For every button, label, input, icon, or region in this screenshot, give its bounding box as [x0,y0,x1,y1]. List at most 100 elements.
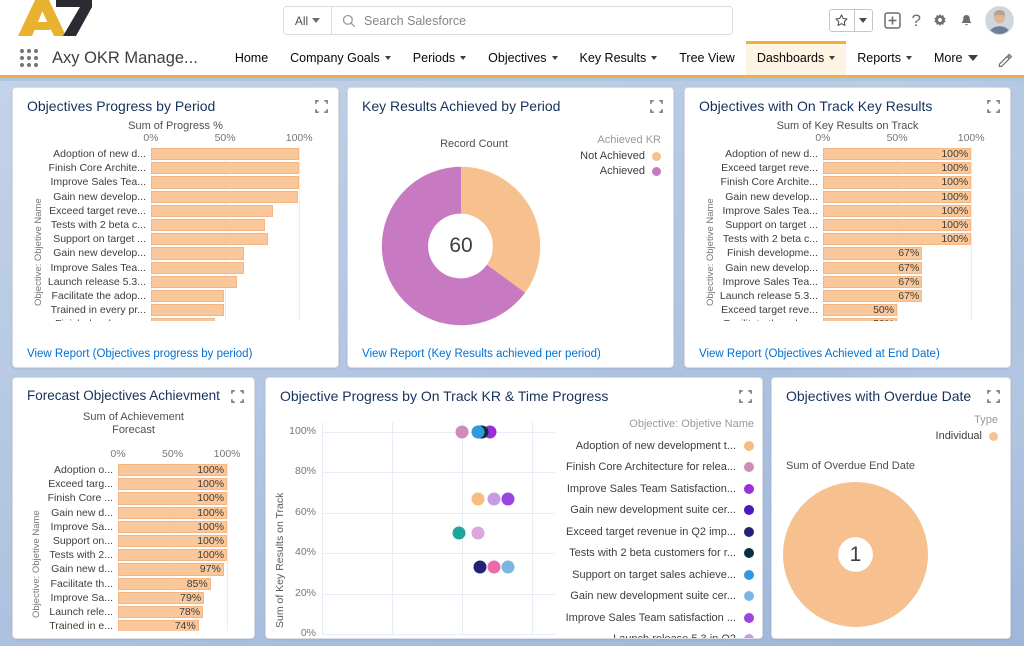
bar-row[interactable]: Adoption of new d... [47,147,314,321]
legend-item[interactable]: Support on target sales achieve... [558,564,754,586]
bar-row[interactable]: Exceed target reve... 50% [719,303,986,317]
app-launcher-icon[interactable] [10,41,48,75]
search-input[interactable] [364,7,732,34]
bar-row[interactable]: Support on target ... 100% [719,218,986,232]
bar-row[interactable]: Finish Core Archite... 100% [719,175,986,189]
bar-row[interactable]: Adoption of new d... 100% [719,147,986,321]
expand-icon[interactable] [231,390,244,403]
nav-item-periods[interactable]: Periods [402,41,477,75]
legend-item[interactable]: Improve Sales Team Satisfaction... [558,478,754,500]
view-report-link[interactable]: View Report (Key Results achieved per pe… [362,348,601,360]
bar-row[interactable]: Gain new develop... 100% [719,190,986,204]
bar-row[interactable]: Finish Core Archite... [47,161,314,175]
scatter-plot[interactable]: 0%20%40%60%80%100%0%30%60%90% [289,422,555,638]
scatter-point[interactable] [501,492,515,506]
bar-row[interactable]: Improve Sales Tea... [47,175,314,189]
pencil-icon[interactable] [994,49,1016,71]
notifications-bell-icon[interactable] [959,13,974,29]
bar-row[interactable]: Exceed target reve... [47,204,314,218]
expand-icon[interactable] [987,390,1000,403]
bar-row[interactable]: Adoption o... 100% [43,463,238,631]
legend-item[interactable]: Exceed target revenue in Q2 imp... [558,521,754,543]
search-scope-select[interactable]: All [284,7,332,34]
legend-item[interactable]: Individual [858,430,998,442]
legend-item[interactable]: Not Achieved [531,150,661,162]
legend-item[interactable]: Gain new development suite cer... [558,586,754,608]
scatter-point[interactable] [471,425,485,439]
bar-row[interactable]: Improve Sa... 79% [43,591,238,605]
scatter-point[interactable] [473,560,487,574]
expand-icon[interactable] [650,100,663,113]
global-search[interactable]: All [283,6,733,35]
scatter-point[interactable] [487,492,501,506]
bar-row[interactable]: Launch release 5.3... 67% [719,289,986,303]
nav-item-objectives[interactable]: Objectives [477,41,568,75]
bar-row[interactable]: Support on target ... [47,232,314,246]
legend-item[interactable]: Gain new development suite cer... [558,500,754,522]
bar-row[interactable]: Launch release 5.3... [47,275,314,289]
bar-row[interactable]: Exceed target reve... 100% [719,161,986,175]
bar-row[interactable]: Gain new develop... 67% [719,261,986,275]
bar-row[interactable]: Tests with 2... 100% [43,548,238,562]
bar-row[interactable]: Facilitate the adop... [47,289,314,303]
help-icon[interactable]: ? [912,11,921,31]
bar-row[interactable]: Trained in every pr... [47,303,314,317]
nav-item-key-results[interactable]: Key Results [569,41,669,75]
nav-item-dashboards[interactable]: Dashboards [745,41,847,75]
nav-item-home[interactable]: Home [224,41,279,75]
bar-row[interactable]: Improve Sales Tea... 67% [719,275,986,289]
legend-item[interactable]: Achieved [531,165,661,177]
bar-row[interactable]: Exceed targ... 100% [43,477,238,491]
view-report-link[interactable]: View Report (Objectives progress by peri… [27,348,252,360]
bar-row[interactable]: Finish Core ... 100% [43,491,238,505]
bar-row[interactable]: Gain new develop... [47,246,314,260]
bar-row[interactable]: Improve Sa... 100% [43,520,238,534]
bar-row[interactable]: Improve Sales Tea... 100% [719,204,986,218]
expand-icon[interactable] [739,390,752,403]
expand-icon[interactable] [987,100,1000,113]
legend-item[interactable]: Improve Sales Team satisfaction ... [558,607,754,629]
scatter-point[interactable] [471,492,485,506]
bar-row[interactable]: Facilitate th... 85% [43,577,238,591]
nav-item-label: Reports [857,51,902,65]
avatar[interactable] [985,6,1014,35]
scatter-point[interactable] [455,425,469,439]
bar-track: 79% [118,591,238,605]
bar-row[interactable]: Launch rele... 78% [43,605,238,619]
app-name[interactable]: Axy OKR Manage... [48,41,208,75]
nav-item-tree-view[interactable]: Tree View [668,41,746,75]
legend-item[interactable]: Finish Core Architecture for relea... [558,457,754,479]
legend-item[interactable]: Tests with 2 beta customers for r... [558,543,754,565]
scatter-point[interactable] [487,560,501,574]
nav-item-company-goals[interactable]: Company Goals [279,41,402,75]
legend-item[interactable]: Launch release 5.3 in Q2 [558,629,754,638]
scatter-point[interactable] [501,560,515,574]
favorites-star-icon[interactable] [830,10,854,31]
scatter-point[interactable] [452,526,466,540]
nav-item-more[interactable]: More [923,41,988,75]
bar-row[interactable]: Gain new d... 100% [43,506,238,520]
bar-category-label: Support on... [52,535,113,548]
bar-row[interactable]: Gain new d... 97% [43,562,238,576]
scatter-point[interactable] [471,526,485,540]
bar-row[interactable]: Tests with 2 beta c... [47,218,314,232]
add-icon[interactable] [883,12,901,29]
donut-chart[interactable]: 1 [783,482,928,627]
setup-gear-icon[interactable] [932,13,948,29]
favorites-group[interactable] [828,9,873,32]
bar-row[interactable]: Tests with 2 beta c... 100% [719,232,986,246]
donut-chart[interactable]: 60 [371,156,551,336]
a7-logo[interactable] [14,0,104,41]
bar-row[interactable]: Improve Sales Tea... [47,261,314,275]
bar-row[interactable]: Trained in e... 74% [43,619,238,631]
bar-row[interactable]: Finish developme... 67% [719,246,986,260]
view-report-link[interactable]: View Report (Objectives Achieved at End … [699,348,940,360]
expand-icon[interactable] [315,100,328,113]
bar-row[interactable]: Gain new develop... [47,190,314,204]
favorites-caret-icon[interactable] [853,10,872,31]
legend-item[interactable]: Adoption of new development t... [558,435,754,457]
nav-item-reports[interactable]: Reports [846,41,923,75]
bar-row[interactable]: Finish developme... [47,317,314,321]
bar-row[interactable]: Facilitate the adop... 50% [719,317,986,321]
bar-row[interactable]: Support on... 100% [43,534,238,548]
